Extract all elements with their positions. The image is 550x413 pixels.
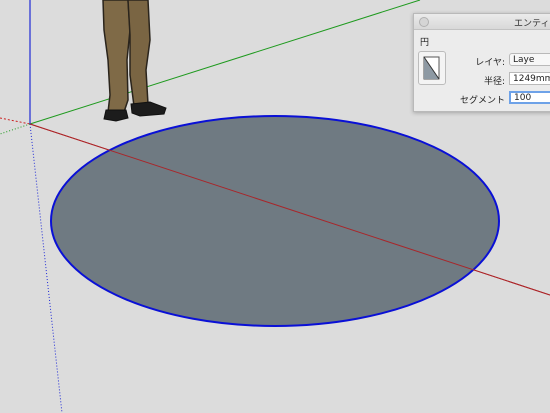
person-leg-right <box>127 0 151 107</box>
entity-type-label: 円 <box>420 38 430 48</box>
green-axis <box>29 0 421 125</box>
red-axis-negative <box>0 117 31 125</box>
entity-info-panel: エンティ 円 レイヤ: Laye 半径: 1249mm セグメント 100 <box>413 13 550 112</box>
left-shoe <box>103 109 129 122</box>
right-shoe <box>130 101 167 117</box>
layer-select[interactable]: Laye <box>509 53 550 66</box>
circle-entity-icon <box>418 51 446 85</box>
segments-input[interactable]: 100 <box>509 91 550 104</box>
blue-axis-negative <box>29 123 63 413</box>
panel-titlebar[interactable]: エンティ <box>414 14 550 30</box>
close-icon[interactable] <box>419 17 429 27</box>
layer-label: レイヤ: <box>475 58 505 68</box>
radius-input[interactable]: 1249mm <box>509 72 550 85</box>
green-axis-negative <box>0 123 31 135</box>
radius-label: 半径: <box>483 77 505 87</box>
panel-title: エンティ <box>514 19 550 29</box>
person-legs <box>102 0 131 113</box>
person-figure[interactable] <box>102 0 167 122</box>
circle-face[interactable] <box>50 115 500 327</box>
segments-label: セグメント <box>459 96 505 106</box>
